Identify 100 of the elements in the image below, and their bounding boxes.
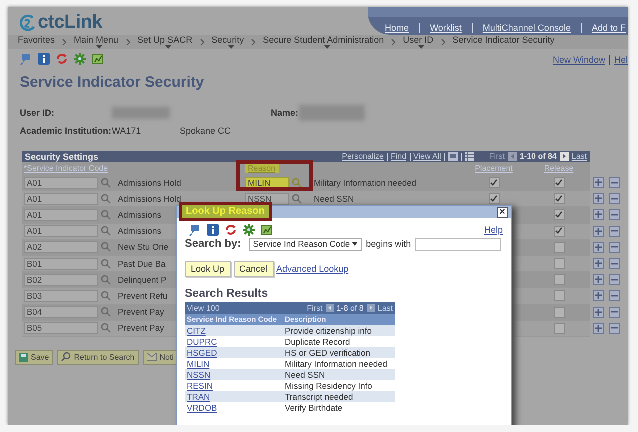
search-icon[interactable] <box>292 178 302 188</box>
save-button[interactable]: Save <box>15 350 54 365</box>
grid-link[interactable]: Last <box>572 152 587 161</box>
add-row-button[interactable] <box>593 226 604 237</box>
checkbox[interactable] <box>554 242 564 253</box>
checkbox[interactable] <box>554 209 564 220</box>
code-field[interactable]: A01 <box>24 176 98 189</box>
breadcrumb-item[interactable]: Service Indicator Security <box>452 35 555 49</box>
header-link[interactable]: Add to F <box>592 23 626 33</box>
add-row-button[interactable] <box>593 306 604 318</box>
chart-icon[interactable] <box>261 224 273 236</box>
dropdown-arrow-icon[interactable] <box>324 45 331 49</box>
delete-row-button[interactable] <box>609 193 620 204</box>
search-icon[interactable] <box>101 274 111 285</box>
grid-link[interactable]: Personalize <box>342 152 384 161</box>
result-code-link[interactable]: CITZ <box>187 326 206 336</box>
delete-row-button[interactable] <box>609 290 620 302</box>
chart-icon[interactable] <box>92 53 104 65</box>
add-row-button[interactable] <box>593 322 604 334</box>
dropdown-arrow-icon[interactable] <box>418 45 426 49</box>
search-icon[interactable] <box>101 290 111 301</box>
result-code-link[interactable]: VRDOB <box>187 402 218 412</box>
advanced-lookup-link[interactable]: Advanced Lookup <box>276 264 349 274</box>
help-icon[interactable] <box>189 224 201 236</box>
delete-row-button[interactable] <box>609 209 620 220</box>
search-icon[interactable] <box>101 178 111 188</box>
code-field[interactable]: B05 <box>24 322 98 334</box>
result-code-link[interactable]: RESIN <box>187 380 213 390</box>
help-link[interactable]: Help <box>484 225 503 235</box>
code-field[interactable]: A01 <box>24 192 98 205</box>
checkbox[interactable] <box>554 322 564 334</box>
breadcrumb-item[interactable]: Main Menu <box>74 35 119 49</box>
spreadsheet-icon[interactable] <box>465 152 474 161</box>
add-row-button[interactable] <box>593 274 604 286</box>
page-link[interactable]: New Window <box>552 54 606 64</box>
add-row-button[interactable] <box>593 290 604 302</box>
search-icon[interactable] <box>101 210 111 220</box>
search-button[interactable]: Return to Search <box>57 350 139 365</box>
info-icon[interactable] <box>207 224 219 236</box>
next-icon[interactable] <box>560 152 569 161</box>
gear-icon[interactable] <box>74 53 86 65</box>
reason-field[interactable]: MILIN <box>245 176 289 189</box>
notify-button[interactable]: Noti <box>142 350 178 365</box>
delete-row-button[interactable] <box>609 274 620 286</box>
refresh-icon[interactable] <box>56 53 68 65</box>
info-icon[interactable] <box>38 53 50 65</box>
reason-field[interactable]: NSSN <box>245 192 289 205</box>
grid-link[interactable]: Find <box>390 152 407 161</box>
delete-row-button[interactable] <box>609 242 620 253</box>
checkbox[interactable] <box>554 226 564 237</box>
delete-row-button[interactable] <box>609 306 620 318</box>
result-code-link[interactable]: TRAN <box>187 392 210 402</box>
search-field-dropdown[interactable]: Service Ind Reason Code <box>249 238 362 250</box>
header-link[interactable]: Worklist <box>430 23 462 33</box>
search-icon[interactable] <box>101 258 111 269</box>
search-icon[interactable] <box>101 323 111 334</box>
result-code-link[interactable]: MILIN <box>187 358 210 368</box>
code-field[interactable]: B01 <box>24 258 98 270</box>
add-row-button[interactable] <box>593 242 604 253</box>
breadcrumb-item[interactable]: Set Up SACR <box>138 35 193 49</box>
next-icon[interactable] <box>366 304 375 312</box>
search-icon[interactable] <box>101 226 111 236</box>
result-code-link[interactable]: DUPRC <box>187 336 218 346</box>
checkbox[interactable] <box>554 193 564 204</box>
add-row-button[interactable] <box>593 258 604 270</box>
search-input[interactable] <box>415 238 502 250</box>
checkbox[interactable] <box>554 306 564 318</box>
add-row-button[interactable] <box>593 209 604 220</box>
add-row-button[interactable] <box>593 193 604 204</box>
search-icon[interactable] <box>101 307 111 318</box>
delete-row-button[interactable] <box>609 177 620 188</box>
dialog-button[interactable]: Cancel <box>234 261 274 277</box>
code-field[interactable]: B03 <box>24 290 98 302</box>
checkbox[interactable] <box>488 177 500 188</box>
checkbox[interactable] <box>554 290 564 302</box>
breadcrumb-item[interactable]: User ID <box>403 35 434 49</box>
checkbox[interactable] <box>488 193 500 204</box>
gear-icon[interactable] <box>243 224 255 236</box>
refresh-icon[interactable] <box>225 224 237 236</box>
page-link[interactable]: Hel <box>614 54 628 64</box>
dropdown-arrow-icon[interactable] <box>165 45 172 49</box>
dialog-button[interactable]: Look Up <box>185 261 231 277</box>
previous-icon[interactable] <box>508 152 517 161</box>
code-field[interactable]: A01 <box>24 208 98 221</box>
code-field[interactable]: B02 <box>24 274 98 286</box>
help-icon[interactable] <box>20 53 32 66</box>
header-link[interactable]: MultiChannel Console <box>482 23 571 33</box>
add-row-button[interactable] <box>593 177 604 188</box>
search-icon[interactable] <box>101 194 111 204</box>
checkbox[interactable] <box>554 177 564 188</box>
delete-row-button[interactable] <box>609 258 620 270</box>
result-code-link[interactable]: HSGED <box>187 348 218 358</box>
search-icon[interactable] <box>292 194 302 204</box>
delete-row-button[interactable] <box>609 226 620 237</box>
dropdown-arrow-icon[interactable] <box>96 45 104 49</box>
dropdown-arrow-icon[interactable] <box>228 45 235 49</box>
view-all-link[interactable]: View 100 <box>187 304 220 312</box>
close-button[interactable]: × <box>497 206 508 218</box>
code-field[interactable]: A02 <box>24 241 98 254</box>
code-field[interactable]: A01 <box>24 225 98 238</box>
